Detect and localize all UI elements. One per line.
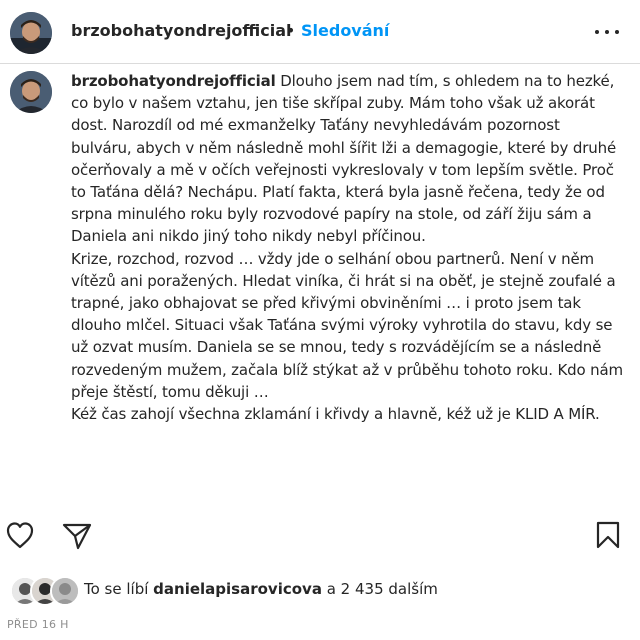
liker-avatars[interactable]	[10, 574, 80, 606]
post-actions	[0, 515, 640, 555]
header-username[interactable]: brzobohatyondrejofficial	[71, 21, 292, 40]
post-caption: brzobohatyondrejofficial Dlouho jsem nad…	[71, 70, 623, 425]
caption-paragraph-1: brzobohatyondrejofficial Dlouho jsem nad…	[71, 70, 623, 248]
send-icon[interactable]	[61, 520, 93, 556]
caption-username[interactable]: brzobohatyondrejofficial	[71, 72, 276, 90]
separator-dot: •	[286, 21, 296, 40]
post-timestamp[interactable]: PŘED 16 H	[7, 618, 69, 631]
likes-user-link[interactable]: danielapisarovicova	[153, 580, 322, 598]
avatar[interactable]	[10, 12, 52, 54]
bookmark-icon[interactable]	[592, 519, 624, 555]
caption-avatar[interactable]	[10, 71, 52, 113]
likes-prefix: To se líbí	[84, 580, 154, 598]
caption-paragraph-3: Kéž čas zahojí všechna zklamání i křivdy…	[71, 405, 600, 424]
likes-summary: To se líbí danielapisarovicova a 2 435 d…	[84, 580, 438, 598]
post-header: brzobohatyondrejofficial • Sledování	[0, 0, 640, 64]
liker-avatar-3	[50, 576, 80, 606]
caption-paragraph-2: Krize, rozchod, rozvod … vždy jde o selh…	[71, 249, 624, 401]
more-horizontal-icon[interactable]	[592, 20, 622, 44]
heart-icon[interactable]	[4, 519, 36, 555]
following-button[interactable]: Sledování	[301, 21, 389, 40]
likes-row: To se líbí danielapisarovicova a 2 435 d…	[0, 574, 640, 608]
caption-text-1: Dlouho jsem nad tím, s ohledem na to hez…	[71, 72, 617, 246]
likes-suffix[interactable]: a 2 435 dalším	[322, 580, 438, 598]
